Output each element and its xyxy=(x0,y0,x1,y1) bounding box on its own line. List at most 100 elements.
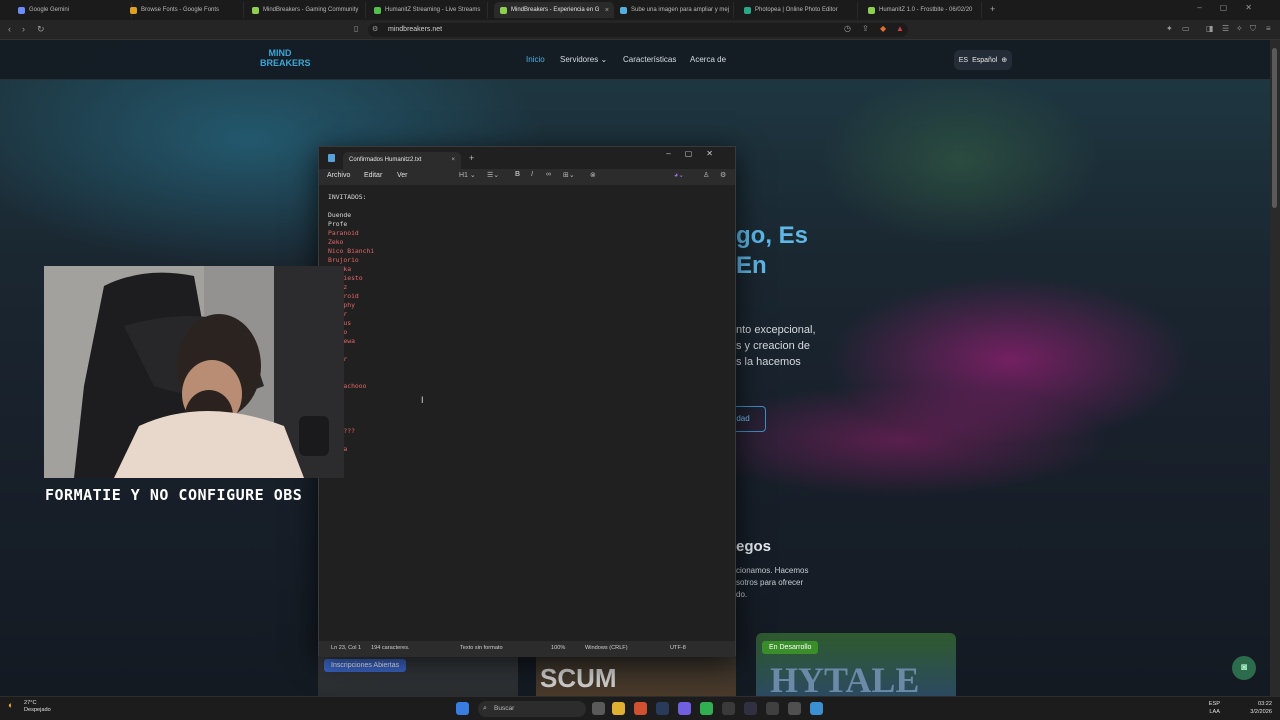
file-explorer-icon[interactable] xyxy=(612,702,625,715)
browser-tab-title: HumanitZ Streaming - Live Streams xyxy=(385,7,481,13)
forward-icon[interactable]: › xyxy=(22,24,25,34)
heading-dropdown[interactable]: H1 ⌄ xyxy=(459,171,476,179)
back-icon[interactable]: ‹ xyxy=(8,24,11,34)
share-icon[interactable]: ⇪ xyxy=(862,24,869,33)
clock-date: 3/2/2026 xyxy=(1250,709,1272,715)
notepad-titlebar[interactable]: Confirmados Humanitz2.txt × + –▢✕ xyxy=(319,147,735,169)
app-icon[interactable] xyxy=(722,702,735,715)
clock[interactable]: 03:22 3/2/2026 xyxy=(1250,700,1272,716)
tab-favicon-icon xyxy=(252,6,259,14)
close-tab-icon[interactable]: × xyxy=(605,7,609,14)
task-view-icon[interactable] xyxy=(592,702,605,715)
browser-window-controls[interactable]: –▢✕ xyxy=(1197,3,1270,12)
nav-servers-label: Servidores xyxy=(560,55,599,64)
url-field[interactable]: mindbreakers.net xyxy=(368,23,908,37)
notepad-window[interactable]: Confirmados Humanitz2.txt × + –▢✕ Archiv… xyxy=(318,146,736,657)
bookmark-icon[interactable]: ▯ xyxy=(354,24,358,33)
brave-browser-icon[interactable] xyxy=(634,702,647,715)
new-tab-icon[interactable]: + xyxy=(469,153,474,163)
spotify-icon[interactable] xyxy=(700,702,713,715)
settings-icon[interactable] xyxy=(788,702,801,715)
taskbar-search[interactable]: ⌕ Buscar xyxy=(478,701,586,717)
menu-icon[interactable]: ≡ xyxy=(1266,24,1271,33)
reload-icon[interactable]: ↻ xyxy=(37,24,45,35)
browser-tab-title: HumanitZ 1.0 - Frostbite - 06/02/20 xyxy=(879,7,973,13)
windows-taskbar: ◐ 27°C Despejado ⌕ Buscar ESP LAA 03:22 … xyxy=(0,696,1280,720)
tab-favicon-icon xyxy=(868,6,875,14)
browser-tab[interactable]: HumanitZ Streaming - Live Streams xyxy=(368,2,488,18)
table-icon[interactable]: ⊞⌄ xyxy=(563,171,575,179)
history-icon[interactable]: ◷ xyxy=(844,24,851,33)
nav-home[interactable]: Inicio xyxy=(526,55,545,64)
browser-tab[interactable]: Sube una imagen para ampliar y mej xyxy=(614,2,734,18)
scrollbar-thumb[interactable] xyxy=(1272,48,1277,208)
language-button[interactable]: ES Español ⊕ xyxy=(954,50,1012,70)
browser-tab-title: Sube una imagen para ampliar y mej xyxy=(631,7,730,13)
reading-list-icon[interactable]: ☰ xyxy=(1222,24,1229,33)
status-badge: En Desarrollo xyxy=(762,641,819,654)
input-language[interactable]: ESP LAA xyxy=(1209,700,1220,716)
hytale-logo: HYTALE xyxy=(770,660,920,696)
extensions-icon[interactable]: ✦ xyxy=(1166,24,1173,33)
browser-tab[interactable]: MindBreakers - Gaming Community xyxy=(246,2,366,18)
browser-tab-title: MindBreakers - Gaming Community xyxy=(263,7,359,13)
nav-about[interactable]: Acerca de xyxy=(690,55,726,64)
nav-features[interactable]: Características xyxy=(623,55,676,64)
browser-tab[interactable]: HumanitZ 1.0 - Frostbite - 06/02/20 xyxy=(862,2,982,18)
account-icon[interactable]: ♙ xyxy=(703,171,709,179)
site-logo[interactable]: MIND BREAKERS xyxy=(260,48,311,70)
format-status[interactable]: Texto sin formato xyxy=(460,645,503,651)
link-icon[interactable]: ∞ xyxy=(546,171,551,178)
page-scrollbar[interactable] xyxy=(1270,40,1280,696)
encoding[interactable]: UTF-8 xyxy=(670,645,686,651)
url-text: mindbreakers.net xyxy=(388,26,443,33)
start-icon[interactable] xyxy=(456,702,469,715)
notepad-file-tab-title: Confirmados Humanitz2.txt xyxy=(349,157,422,163)
copilot-icon[interactable]: ◕⌄ xyxy=(674,171,684,179)
browser-tab[interactable]: Browse Fonts - Google Fonts xyxy=(124,2,244,18)
weather-widget[interactable]: ◐ 27°C Despejado xyxy=(8,700,51,714)
browser-tab[interactable]: Photopea | Online Photo Editor xyxy=(738,2,858,18)
capcut-icon[interactable] xyxy=(766,702,779,715)
vpn-icon[interactable]: ⛉ xyxy=(1250,24,1256,34)
notepad-window-controls[interactable]: –▢✕ xyxy=(666,149,727,158)
line-ending[interactable]: Windows (CRLF) xyxy=(585,645,628,651)
leo-icon[interactable]: ✧ xyxy=(1236,24,1243,33)
chat-widget-icon[interactable]: ◙ xyxy=(1232,656,1256,680)
zoom-level[interactable]: 100% xyxy=(551,645,565,651)
notepad-app-icon xyxy=(328,154,335,162)
new-tab-icon[interactable]: + xyxy=(990,4,995,14)
discord-icon[interactable] xyxy=(678,702,691,715)
clock-time: 03:22 xyxy=(1258,701,1272,707)
text-line: Nico Bianchi xyxy=(328,247,375,255)
menu-view[interactable]: Ver xyxy=(397,172,408,179)
wallet-icon[interactable]: ▭ xyxy=(1182,24,1190,33)
stream-caption: FORMATIE Y NO CONFIGURE OBS xyxy=(45,486,303,504)
text-line: Zeko xyxy=(328,238,344,246)
menu-edit[interactable]: Editar xyxy=(364,172,382,179)
browser-tab-title: Google Gemini xyxy=(29,7,70,13)
weather-condition: Despejado xyxy=(24,707,51,713)
server-card-hytale[interactable]: En Desarrollo HYTALE xyxy=(756,633,956,696)
browser-tab-bar: Google Gemini Browse Fonts - Google Fonts… xyxy=(0,0,1280,20)
italic-icon[interactable]: I xyxy=(531,171,533,178)
tab-favicon-icon xyxy=(620,6,627,14)
browser-tab[interactable]: Google Gemini xyxy=(12,2,132,18)
notepad-taskbar-icon[interactable] xyxy=(810,702,823,715)
bold-icon[interactable]: B xyxy=(515,171,520,178)
clear-format-icon[interactable]: ⊗ xyxy=(590,171,596,179)
browser-tab[interactable]: MindBreakers - Experiencia en G × xyxy=(494,2,614,18)
shields-icon[interactable]: ◆ xyxy=(880,24,886,33)
rewards-icon[interactable]: ▲ xyxy=(896,24,904,33)
nav-servers[interactable]: Servidores ⌄ xyxy=(560,55,607,64)
settings-gear-icon[interactable]: ⚙ xyxy=(720,171,726,179)
obs-icon[interactable] xyxy=(744,702,757,715)
sidebar-icon[interactable]: ◨ xyxy=(1206,24,1214,33)
notepad-statusbar: Ln 23, Col 1 194 caracteres. Texto sin f… xyxy=(319,641,735,657)
menu-file[interactable]: Archivo xyxy=(327,172,350,179)
list-icon[interactable]: ☰⌄ xyxy=(487,171,499,179)
steam-icon[interactable] xyxy=(656,702,669,715)
close-tab-icon[interactable]: × xyxy=(451,152,455,169)
site-info-icon[interactable]: ⚙ xyxy=(372,25,378,33)
notepad-file-tab[interactable]: Confirmados Humanitz2.txt × xyxy=(343,152,461,169)
